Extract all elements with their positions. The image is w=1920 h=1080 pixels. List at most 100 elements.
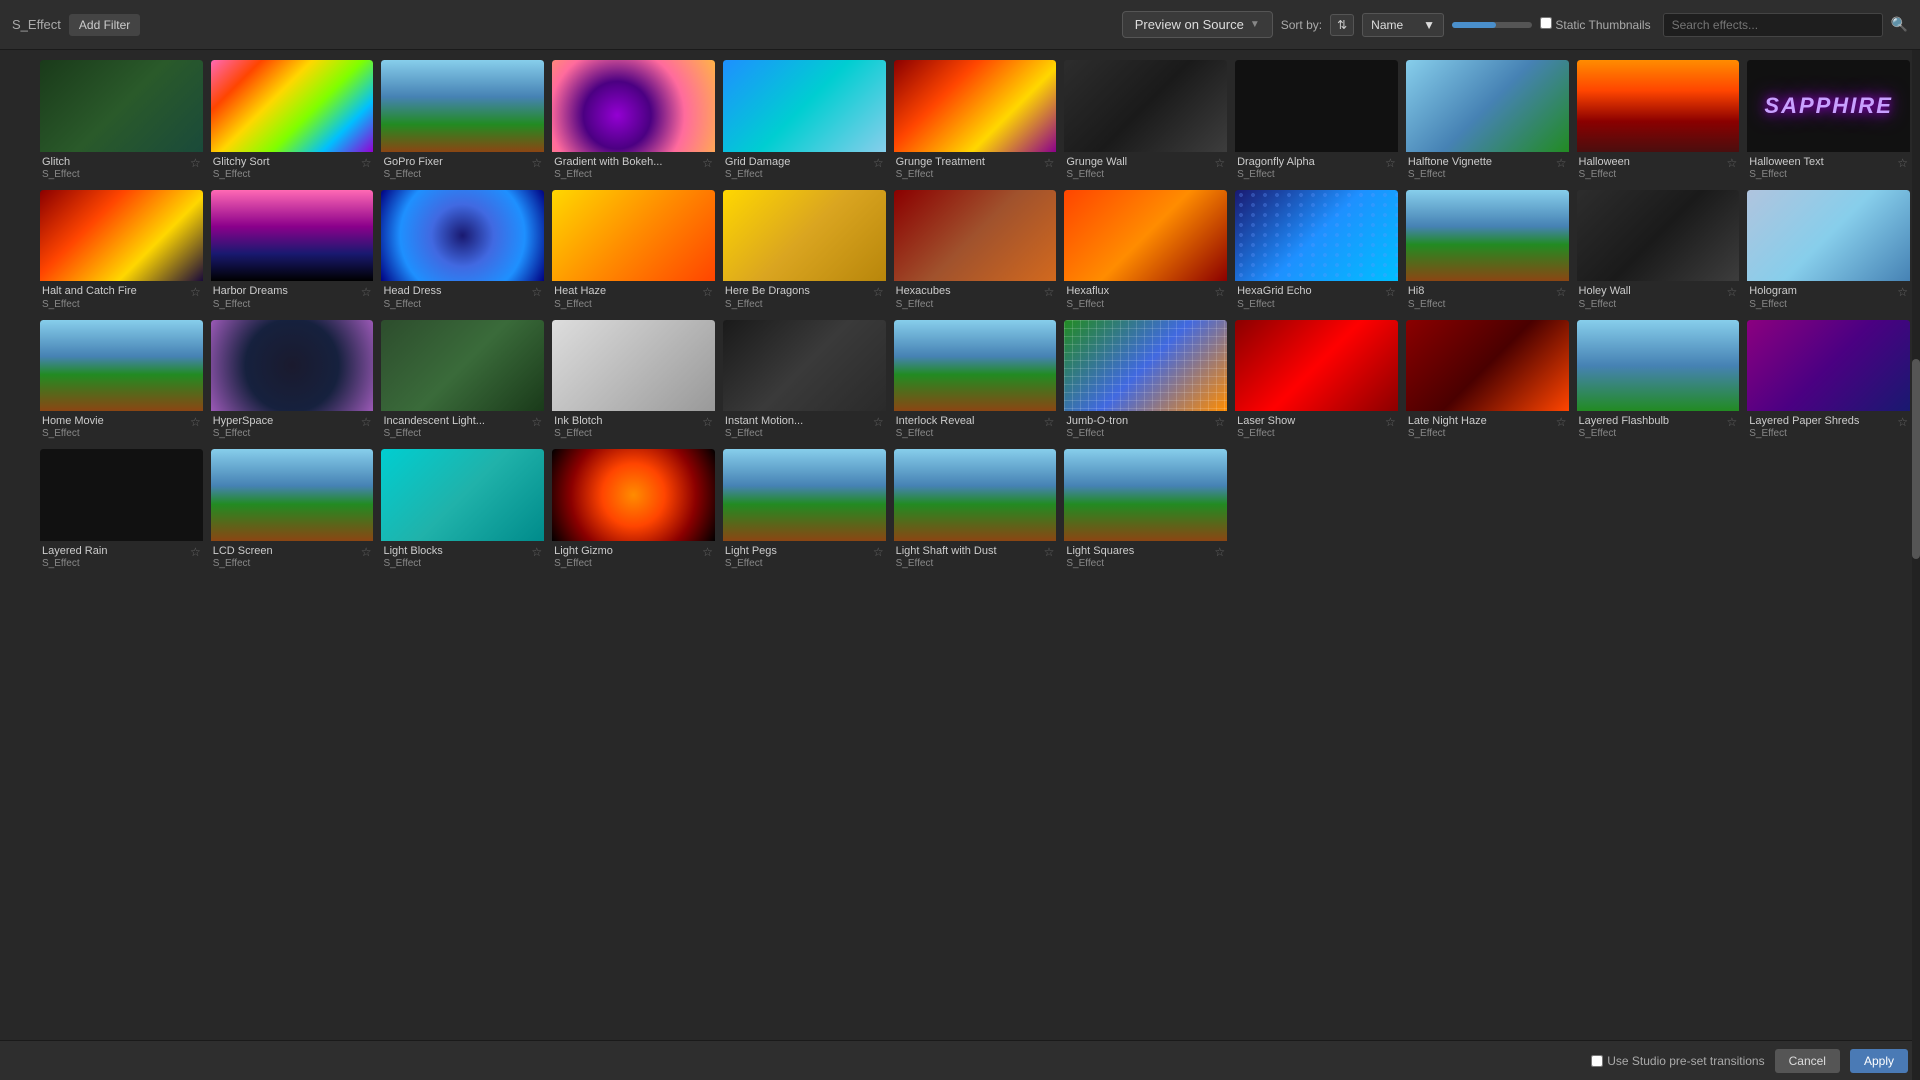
effect-card-harbor-dreams[interactable]: Harbor DreamsS_Effect☆ [211,190,374,312]
favorite-star-button[interactable]: ☆ [190,415,201,429]
preview-source-button[interactable]: Preview on Source ▼ [1122,11,1273,38]
sort-order-button[interactable]: ⇅ [1330,14,1354,36]
effect-card-gradient-with-bokeh...[interactable]: Gradient with Bokeh...S_Effect☆ [552,60,715,182]
effect-card-light-blocks[interactable]: Light BlocksS_Effect☆ [381,449,544,571]
add-filter-button[interactable]: Add Filter [69,14,140,36]
favorite-star-button[interactable]: ☆ [361,415,372,429]
effect-card-hyperspace[interactable]: HyperSpaceS_Effect☆ [211,320,374,442]
favorite-star-button[interactable]: ☆ [1727,285,1738,299]
favorite-star-button[interactable]: ☆ [1214,415,1225,429]
favorite-star-button[interactable]: ☆ [702,545,713,559]
search-input[interactable] [1663,13,1883,37]
effect-card-interlock-reveal[interactable]: Interlock RevealS_Effect☆ [894,320,1057,442]
favorite-star-button[interactable]: ☆ [1897,415,1908,429]
favorite-star-button[interactable]: ☆ [1385,156,1396,170]
favorite-star-button[interactable]: ☆ [702,285,713,299]
effect-card-light-squares[interactable]: Light SquaresS_Effect☆ [1064,449,1227,571]
effect-card-layered-paper-shreds[interactable]: Layered Paper ShredsS_Effect☆ [1747,320,1910,442]
studio-preset-checkbox[interactable] [1591,1055,1603,1067]
favorite-star-button[interactable]: ☆ [190,545,201,559]
favorite-star-button[interactable]: ☆ [361,285,372,299]
app: S_Effect Add Filter Preview on Source ▼ … [0,0,1920,1080]
effect-card-halt-and-catch-fire[interactable]: Halt and Catch FireS_Effect☆ [40,190,203,312]
effect-card-dragonfly-alpha[interactable]: Dragonfly AlphaS_Effect☆ [1235,60,1398,182]
effect-text: GlitchS_Effect [42,155,80,180]
effect-card-light-gizmo[interactable]: Light GizmoS_Effect☆ [552,449,715,571]
favorite-star-button[interactable]: ☆ [1556,415,1567,429]
effect-card-light-shaft-with-dust[interactable]: Light Shaft with DustS_Effect☆ [894,449,1057,571]
favorite-star-button[interactable]: ☆ [1044,156,1055,170]
favorite-star-button[interactable]: ☆ [1556,156,1567,170]
effect-card-ink-blotch[interactable]: Ink BlotchS_Effect☆ [552,320,715,442]
effect-card-jumb-o-tron[interactable]: Jumb-O-tronS_Effect☆ [1064,320,1227,442]
effect-card-glitchy-sort[interactable]: Glitchy SortS_Effect☆ [211,60,374,182]
favorite-star-button[interactable]: ☆ [1385,415,1396,429]
favorite-star-button[interactable]: ☆ [531,285,542,299]
favorite-star-button[interactable]: ☆ [1897,285,1908,299]
effects-grid-area[interactable]: GlitchS_Effect☆Glitchy SortS_Effect☆GoPr… [0,50,1920,1040]
effect-card-hexacubes[interactable]: HexacubesS_Effect☆ [894,190,1057,312]
effect-name-label: Hologram [1749,284,1797,298]
favorite-star-button[interactable]: ☆ [531,156,542,170]
effect-card-light-pegs[interactable]: Light PegsS_Effect☆ [723,449,886,571]
effect-card-halloween-text[interactable]: SAPPHIREHalloween TextS_Effect☆ [1747,60,1910,182]
effect-card-head-dress[interactable]: Head DressS_Effect☆ [381,190,544,312]
favorite-star-button[interactable]: ☆ [1556,285,1567,299]
favorite-star-button[interactable]: ☆ [1727,415,1738,429]
effect-card-glitch[interactable]: GlitchS_Effect ☆ [40,60,203,182]
effect-card-late-night-haze[interactable]: Late Night HazeS_Effect☆ [1406,320,1569,442]
favorite-star-button[interactable]: ☆ [361,156,372,170]
favorite-star-button[interactable]: ☆ [1897,156,1908,170]
favorite-star-button[interactable]: ☆ [190,285,201,299]
favorite-star-button[interactable]: ☆ [873,285,884,299]
effect-thumbnail [381,320,544,412]
name-dropdown[interactable]: Name ▼ [1362,13,1444,37]
favorite-star-button[interactable]: ☆ [1214,156,1225,170]
effect-info: Interlock RevealS_Effect☆ [894,411,1057,441]
static-thumbnails-checkbox[interactable] [1540,17,1552,29]
effect-card-instant-motion...[interactable]: Instant Motion...S_Effect☆ [723,320,886,442]
effect-card-hexaflux[interactable]: HexafluxS_Effect☆ [1064,190,1227,312]
effect-card-grunge-treatment[interactable]: Grunge TreatmentS_Effect☆ [894,60,1057,182]
favorite-star-button[interactable]: ☆ [190,156,201,170]
effect-card-laser-show[interactable]: Laser ShowS_Effect☆ [1235,320,1398,442]
effect-card-grid-damage[interactable]: Grid DamageS_Effect☆ [723,60,886,182]
effect-card-incandescent-light...[interactable]: Incandescent Light...S_Effect☆ [381,320,544,442]
favorite-star-button[interactable]: ☆ [1385,285,1396,299]
favorite-star-button[interactable]: ☆ [873,156,884,170]
favorite-star-button[interactable]: ☆ [1044,285,1055,299]
effect-card-halftone-vignette[interactable]: Halftone VignetteS_Effect☆ [1406,60,1569,182]
effect-card-layered-flashbulb[interactable]: Layered FlashbulbS_Effect☆ [1577,320,1740,442]
effect-card-halloween[interactable]: HalloweenS_Effect☆ [1577,60,1740,182]
thumbnail-size-slider[interactable] [1452,22,1532,28]
effect-card-here-be-dragons[interactable]: Here Be DragonsS_Effect☆ [723,190,886,312]
favorite-star-button[interactable]: ☆ [1214,545,1225,559]
favorite-star-button[interactable]: ☆ [361,545,372,559]
cancel-button[interactable]: Cancel [1775,1049,1840,1073]
effect-card-hi8[interactable]: Hi8S_Effect☆ [1406,190,1569,312]
favorite-star-button[interactable]: ☆ [1044,415,1055,429]
favorite-star-button[interactable]: ☆ [531,545,542,559]
effect-card-lcd-screen[interactable]: LCD ScreenS_Effect☆ [211,449,374,571]
effect-card-hologram[interactable]: HologramS_Effect☆ [1747,190,1910,312]
favorite-star-button[interactable]: ☆ [531,415,542,429]
effect-card-layered-rain[interactable]: Layered RainS_Effect☆ [40,449,203,571]
scrollbar-thumb[interactable] [1912,359,1920,559]
favorite-star-button[interactable]: ☆ [702,415,713,429]
favorite-star-button[interactable]: ☆ [1727,156,1738,170]
effect-thumbnail [1235,190,1398,282]
favorite-star-button[interactable]: ☆ [873,545,884,559]
favorite-star-button[interactable]: ☆ [873,415,884,429]
favorite-star-button[interactable]: ☆ [1044,545,1055,559]
effect-card-grunge-wall[interactable]: Grunge WallS_Effect☆ [1064,60,1227,182]
effect-card-holey-wall[interactable]: Holey WallS_Effect☆ [1577,190,1740,312]
favorite-star-button[interactable]: ☆ [702,156,713,170]
effect-card-gopro-fixer[interactable]: GoPro FixerS_Effect☆ [381,60,544,182]
effect-card-hexagrid-echo[interactable]: HexaGrid EchoS_Effect☆ [1235,190,1398,312]
effect-card-heat-haze[interactable]: Heat HazeS_Effect☆ [552,190,715,312]
effects-grid: GlitchS_Effect☆Glitchy SortS_Effect☆GoPr… [40,60,1910,571]
effect-info: Instant Motion...S_Effect☆ [723,411,886,441]
favorite-star-button[interactable]: ☆ [1214,285,1225,299]
effect-card-home-movie[interactable]: Home MovieS_Effect☆ [40,320,203,442]
apply-button[interactable]: Apply [1850,1049,1908,1073]
